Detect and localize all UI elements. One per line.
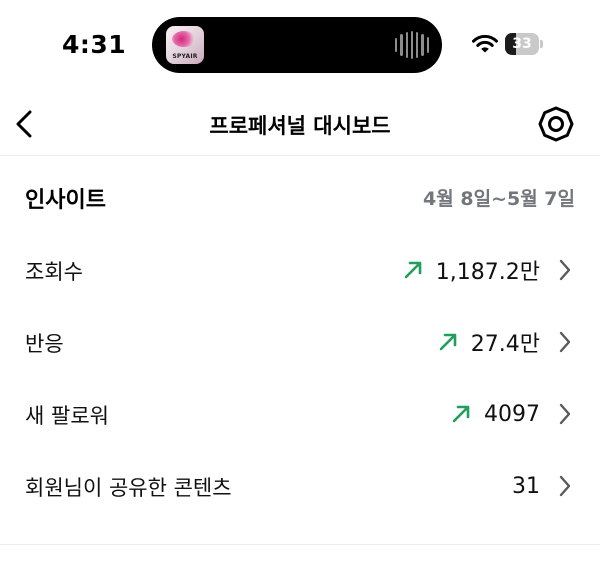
metric-row-views[interactable]: 조회수 1,187.2만: [0, 240, 600, 300]
insights-title: 인사이트: [25, 188, 106, 213]
metric-value: 31: [512, 473, 540, 499]
metric-label: 조회수: [25, 260, 83, 284]
metric-value: 1,187.2만: [435, 260, 540, 285]
metric-row-engagement[interactable]: 반응 27.4만: [0, 312, 600, 372]
status-bar: 4:31 SPYAIR 33: [0, 0, 600, 92]
metric-label: 새 팔로워: [25, 404, 109, 428]
dynamic-island[interactable]: SPYAIR: [152, 17, 442, 73]
settings-gear-icon[interactable]: [537, 105, 575, 143]
metric-value: 27.4만: [470, 332, 540, 357]
trend-up-arrow-icon: [404, 261, 422, 279]
chevron-right-icon: [559, 403, 571, 425]
insights-header: 인사이트 4월 8일~5월 7일: [0, 170, 600, 220]
waveform-icon: [395, 31, 429, 59]
album-art-thumbnail[interactable]: SPYAIR: [166, 26, 204, 64]
page-title: 프로페셔널 대시보드: [209, 114, 391, 138]
status-time: 4:31: [62, 30, 127, 59]
back-arrow-icon[interactable]: [10, 106, 40, 142]
metric-row-shared-content[interactable]: 회원님이 공유한 콘텐츠 31: [0, 456, 600, 516]
metric-row-new-followers[interactable]: 새 팔로워 4097: [0, 384, 600, 444]
battery-icon: 33: [505, 33, 543, 55]
metric-value: 4097: [484, 401, 540, 427]
date-range[interactable]: 4월 8일~5월 7일: [423, 184, 575, 211]
chevron-right-icon: [559, 475, 571, 497]
metric-label: 반응: [25, 332, 64, 356]
metric-label: 회원님이 공유한 콘텐츠: [25, 476, 232, 500]
battery-level-text: 33: [512, 36, 532, 52]
album-art-label: SPYAIR: [172, 53, 198, 60]
section-divider: [0, 544, 600, 545]
trend-up-arrow-icon: [452, 405, 470, 423]
album-art-splash: [172, 31, 196, 47]
trend-up-arrow-icon: [439, 333, 457, 351]
chevron-right-icon: [559, 259, 571, 281]
chevron-right-icon: [559, 331, 571, 353]
wifi-icon: [472, 34, 498, 53]
navigation-header: 프로페셔널 대시보드: [0, 92, 600, 156]
